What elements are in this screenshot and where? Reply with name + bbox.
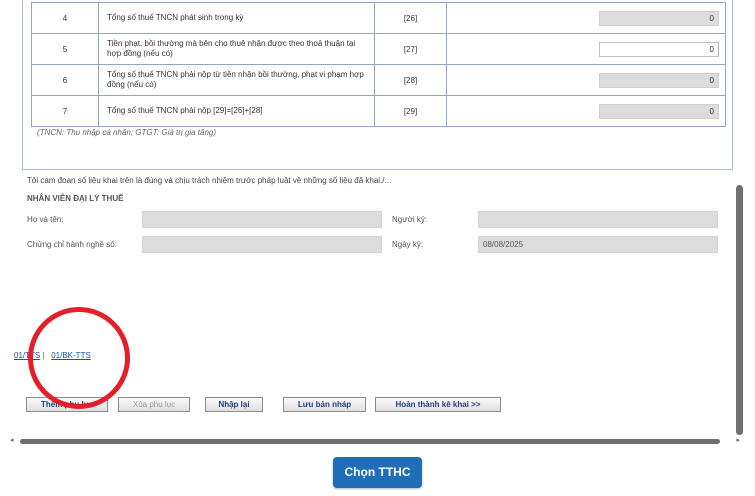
row-code: [26]: [374, 2, 447, 34]
tab-separator: |: [42, 351, 45, 360]
row-number: 6: [31, 64, 99, 96]
row-description: Tổng số thuế TNCN phải nộp từ tiền nhận …: [98, 64, 375, 96]
vertical-scroll-thumb[interactable]: [736, 185, 743, 435]
select-procedure-button[interactable]: Chọn TTHC: [333, 457, 422, 488]
vertical-scrollbar[interactable]: [734, 0, 745, 440]
row-value-cell: 0: [446, 2, 726, 34]
appendix-tabs: 01/TTS | 01/BK-TTS: [14, 351, 91, 360]
value-field-28: 0: [599, 73, 719, 88]
cert-label: Chứng chỉ hành nghề số:: [27, 240, 117, 249]
row-value-cell: 0: [446, 64, 726, 96]
declaration-text: Tôi cam đoan số liệu khai trên là đúng v…: [27, 176, 392, 185]
sign-date-label: Ngày ký:: [392, 240, 424, 249]
table-row: 5 Tiền phạt, bồi thường mà bên cho thuê …: [31, 33, 726, 65]
row-code: [28]: [374, 64, 447, 96]
reenter-button[interactable]: Nhập lại: [205, 397, 263, 412]
value-input-27[interactable]: 0: [599, 42, 719, 57]
table-row: 4 Tổng số thuế TNCN phát sinh trong kỳ […: [31, 2, 726, 34]
add-appendix-button[interactable]: Thêm phụ lục: [26, 397, 108, 412]
row-number: 7: [31, 95, 99, 127]
scroll-right-icon[interactable]: ▸: [736, 436, 740, 444]
row-value-cell: 0: [446, 95, 726, 127]
name-label: Họ và tên:: [27, 215, 64, 224]
row-number: 4: [31, 2, 99, 34]
table-footnote: (TNCN: Thu nhập cá nhân; GTGT: Giá trị g…: [37, 128, 217, 137]
form-frame: 4 Tổng số thuế TNCN phát sinh trong kỳ […: [10, 0, 745, 448]
tax-table-panel: 4 Tổng số thuế TNCN phát sinh trong kỳ […: [22, 0, 733, 170]
table-row: 6 Tổng số thuế TNCN phải nộp từ tiền nhậ…: [31, 64, 726, 96]
scroll-left-icon[interactable]: ◂: [10, 436, 14, 444]
row-description: Tổng số thuế TNCN phải nộp [29]=[26]+[28…: [98, 95, 375, 127]
save-draft-button[interactable]: Lưu bản nháp: [283, 397, 366, 412]
tax-table: 4 Tổng số thuế TNCN phát sinh trong kỳ […: [31, 2, 726, 127]
row-value-cell: 0: [446, 33, 726, 65]
horizontal-scrollbar[interactable]: ◂ ▸: [10, 434, 740, 448]
tab-01-tts[interactable]: 01/TTS: [14, 351, 40, 360]
tab-01-bk-tts[interactable]: 01/BK-TTS: [51, 351, 91, 360]
sign-date-field[interactable]: 08/08/2025: [478, 236, 718, 253]
delete-appendix-button[interactable]: Xóa phụ lục: [118, 397, 190, 412]
row-description: Tổng số thuế TNCN phát sinh trong kỳ: [98, 2, 375, 34]
signer-field[interactable]: [478, 211, 718, 228]
cert-number-field[interactable]: [142, 236, 382, 253]
agent-section-title: NHÂN VIÊN ĐẠI LÝ THUẾ: [27, 194, 124, 203]
table-row: 7 Tổng số thuế TNCN phải nộp [29]=[26]+[…: [31, 95, 726, 127]
complete-declaration-button[interactable]: Hoàn thành kê khai >>: [375, 397, 501, 412]
value-field-26: 0: [599, 11, 719, 26]
value-field-29: 0: [599, 104, 719, 119]
row-code: [27]: [374, 33, 447, 65]
signer-label: Người ký:: [392, 215, 428, 224]
row-code: [29]: [374, 95, 447, 127]
agent-name-field[interactable]: [142, 211, 382, 228]
row-number: 5: [31, 33, 99, 65]
row-description: Tiền phạt, bồi thường mà bên cho thuê nh…: [98, 33, 375, 65]
horizontal-scroll-thumb[interactable]: [20, 439, 720, 444]
